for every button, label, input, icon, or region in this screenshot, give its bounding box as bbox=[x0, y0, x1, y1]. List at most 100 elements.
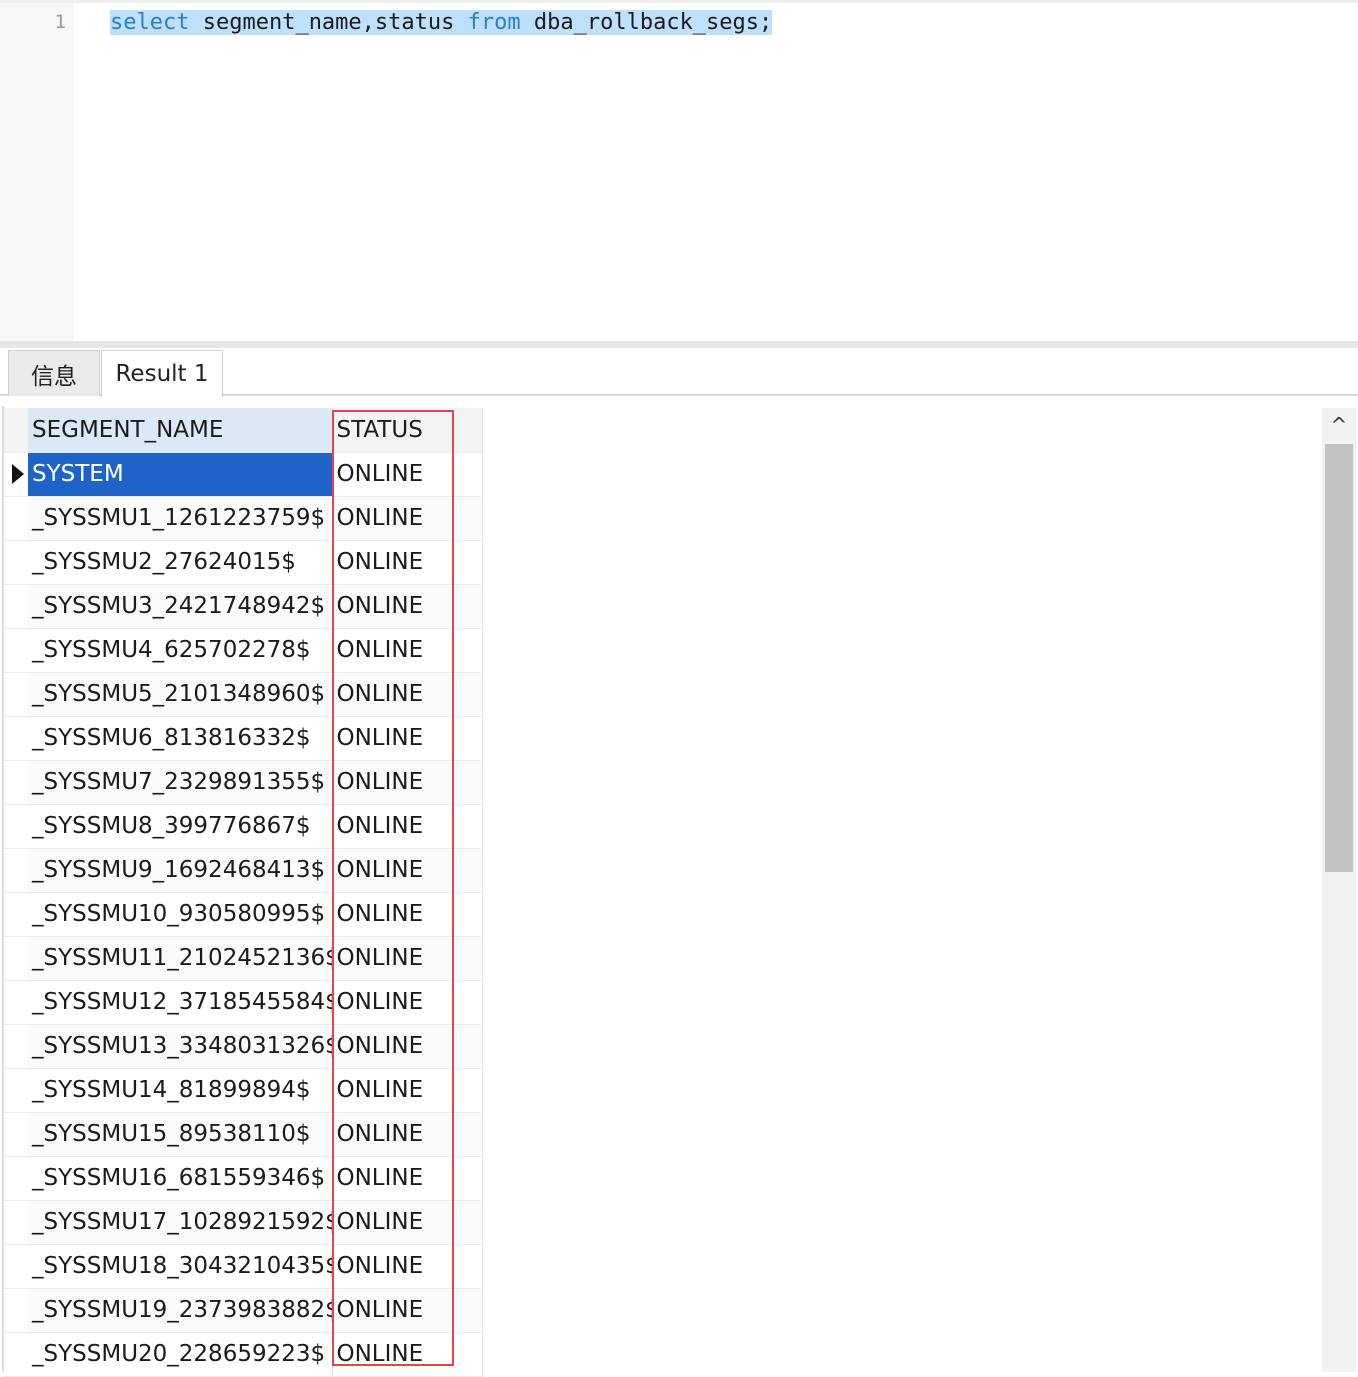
table-row[interactable]: _SYSSMU10_930580995$ ONLINE bbox=[4, 892, 483, 937]
table-row[interactable]: _SYSSMU8_399776867$ ONLINE bbox=[4, 804, 483, 849]
scrollbar-thumb[interactable] bbox=[1325, 444, 1353, 872]
result-tab-bar: 信息 Result 1 bbox=[0, 348, 1358, 398]
pane-splitter[interactable] bbox=[0, 341, 1358, 348]
chevron-up-icon[interactable]: ^ bbox=[1322, 408, 1356, 442]
cell-segment-name[interactable]: _SYSSMU14_81899894$ bbox=[28, 1068, 333, 1113]
cell-status[interactable]: ONLINE bbox=[332, 628, 483, 673]
table-row[interactable]: _SYSSMU5_2101348960$ ONLINE bbox=[4, 672, 483, 717]
cell-status[interactable]: ONLINE bbox=[332, 1068, 483, 1113]
vertical-scrollbar[interactable]: ^ bbox=[1322, 408, 1356, 1372]
row-indicator-header bbox=[4, 408, 28, 453]
cell-segment-name[interactable]: _SYSSMU5_2101348960$ bbox=[28, 672, 333, 717]
row-indicator[interactable] bbox=[4, 936, 28, 981]
cell-segment-name[interactable]: _SYSSMU12_3718545584$ bbox=[28, 980, 333, 1025]
table-row[interactable]: _SYSSMU9_1692468413$ ONLINE bbox=[4, 848, 483, 893]
cell-status[interactable]: ONLINE bbox=[332, 892, 483, 937]
cell-status[interactable]: ONLINE bbox=[332, 672, 483, 717]
cell-segment-name[interactable]: _SYSSMU15_89538110$ bbox=[28, 1112, 333, 1157]
table-row[interactable]: _SYSSMU11_2102452136$ ONLINE bbox=[4, 936, 483, 981]
table-row[interactable]: _SYSSMU13_3348031326$ ONLINE bbox=[4, 1024, 483, 1069]
cell-segment-name[interactable]: _SYSSMU9_1692468413$ bbox=[28, 848, 333, 893]
row-indicator[interactable] bbox=[4, 1156, 28, 1201]
cell-status[interactable]: ONLINE bbox=[332, 1332, 483, 1377]
table-row[interactable]: _SYSSMU6_813816332$ ONLINE bbox=[4, 716, 483, 761]
tab-result-1[interactable]: Result 1 bbox=[101, 350, 223, 398]
row-indicator[interactable] bbox=[4, 628, 28, 673]
row-indicator[interactable] bbox=[4, 496, 28, 541]
row-indicator[interactable] bbox=[4, 1244, 28, 1289]
table-row[interactable]: _SYSSMU12_3718545584$ ONLINE bbox=[4, 980, 483, 1025]
selected-text: select segment_name,status from dba_roll… bbox=[110, 10, 773, 35]
column-header-segment-name[interactable]: SEGMENT_NAME bbox=[28, 408, 333, 453]
cell-status[interactable]: ONLINE bbox=[332, 1244, 483, 1289]
tab-info[interactable]: 信息 bbox=[8, 350, 100, 396]
cell-segment-name[interactable]: _SYSSMU2_27624015$ bbox=[28, 540, 333, 585]
result-grid[interactable]: SEGMENT_NAME STATUS SYSTEM ONLINE _SYSSMU1… bbox=[0, 398, 1320, 1377]
row-indicator[interactable] bbox=[4, 672, 28, 717]
table-row[interactable]: SYSTEM ONLINE bbox=[4, 452, 483, 497]
cell-segment-name[interactable]: _SYSSMU1_1261223759$ bbox=[28, 496, 333, 541]
cell-status[interactable]: ONLINE bbox=[332, 980, 483, 1025]
sql-editor[interactable]: 1 select segment_name,status from dba_ro… bbox=[0, 0, 1358, 344]
table-row[interactable]: _SYSSMU7_2329891355$ ONLINE bbox=[4, 760, 483, 805]
cell-segment-name[interactable]: _SYSSMU6_813816332$ bbox=[28, 716, 333, 761]
table-row[interactable]: _SYSSMU15_89538110$ ONLINE bbox=[4, 1112, 483, 1157]
result-table: SEGMENT_NAME STATUS SYSTEM ONLINE _SYSSMU1… bbox=[4, 408, 483, 1377]
table-row[interactable]: _SYSSMU19_2373983882$ ONLINE bbox=[4, 1288, 483, 1333]
cell-segment-name[interactable]: _SYSSMU3_2421748942$ bbox=[28, 584, 333, 629]
cell-segment-name[interactable]: _SYSSMU18_3043210435$ bbox=[28, 1244, 333, 1289]
cell-status[interactable]: ONLINE bbox=[332, 1200, 483, 1245]
table-row[interactable]: _SYSSMU17_1028921592$ ONLINE bbox=[4, 1200, 483, 1245]
table-row[interactable]: _SYSSMU20_228659223$ ONLINE bbox=[4, 1332, 483, 1377]
row-indicator[interactable] bbox=[4, 980, 28, 1025]
row-indicator[interactable] bbox=[4, 1288, 28, 1333]
row-indicator[interactable] bbox=[4, 1024, 28, 1069]
cell-status[interactable]: ONLINE bbox=[332, 848, 483, 893]
row-indicator[interactable] bbox=[4, 1112, 28, 1157]
cell-status[interactable]: ONLINE bbox=[332, 1024, 483, 1069]
cell-status[interactable]: ONLINE bbox=[332, 496, 483, 541]
row-indicator[interactable] bbox=[4, 1332, 28, 1377]
cell-segment-name[interactable]: _SYSSMU16_681559346$ bbox=[28, 1156, 333, 1201]
row-indicator[interactable] bbox=[4, 452, 28, 497]
cell-status[interactable]: ONLINE bbox=[332, 1288, 483, 1333]
table-row[interactable]: _SYSSMU18_3043210435$ ONLINE bbox=[4, 1244, 483, 1289]
cell-status[interactable]: ONLINE bbox=[332, 452, 483, 497]
row-indicator[interactable] bbox=[4, 760, 28, 805]
cell-status[interactable]: ONLINE bbox=[332, 584, 483, 629]
row-indicator[interactable] bbox=[4, 716, 28, 761]
table-row[interactable]: _SYSSMU1_1261223759$ ONLINE bbox=[4, 496, 483, 541]
row-indicator[interactable] bbox=[4, 804, 28, 849]
cell-status[interactable]: ONLINE bbox=[332, 760, 483, 805]
header-row: SEGMENT_NAME STATUS bbox=[4, 408, 483, 453]
cell-segment-name[interactable]: _SYSSMU7_2329891355$ bbox=[28, 760, 333, 805]
cell-segment-name[interactable]: _SYSSMU8_399776867$ bbox=[28, 804, 333, 849]
cell-segment-name[interactable]: _SYSSMU13_3348031326$ bbox=[28, 1024, 333, 1069]
row-indicator[interactable] bbox=[4, 848, 28, 893]
row-indicator[interactable] bbox=[4, 892, 28, 937]
cell-segment-name[interactable]: _SYSSMU20_228659223$ bbox=[28, 1332, 333, 1377]
cell-status[interactable]: ONLINE bbox=[332, 1156, 483, 1201]
cell-status[interactable]: ONLINE bbox=[332, 1112, 483, 1157]
cell-status[interactable]: ONLINE bbox=[332, 804, 483, 849]
cell-status[interactable]: ONLINE bbox=[332, 716, 483, 761]
row-indicator[interactable] bbox=[4, 1200, 28, 1245]
sql-code-line[interactable]: select segment_name,status from dba_roll… bbox=[110, 7, 773, 39]
row-indicator[interactable] bbox=[4, 584, 28, 629]
cell-segment-name[interactable]: _SYSSMU10_930580995$ bbox=[28, 892, 333, 937]
cell-segment-name[interactable]: _SYSSMU19_2373983882$ bbox=[28, 1288, 333, 1333]
cell-status[interactable]: ONLINE bbox=[332, 540, 483, 585]
row-indicator[interactable] bbox=[4, 540, 28, 585]
cell-segment-name[interactable]: _SYSSMU17_1028921592$ bbox=[28, 1200, 333, 1245]
cell-segment-name[interactable]: _SYSSMU11_2102452136$ bbox=[28, 936, 333, 981]
cell-segment-name[interactable]: _SYSSMU4_625702278$ bbox=[28, 628, 333, 673]
column-header-status[interactable]: STATUS bbox=[332, 408, 483, 453]
table-row[interactable]: _SYSSMU3_2421748942$ ONLINE bbox=[4, 584, 483, 629]
table-row[interactable]: _SYSSMU4_625702278$ ONLINE bbox=[4, 628, 483, 673]
cell-status[interactable]: ONLINE bbox=[332, 936, 483, 981]
table-row[interactable]: _SYSSMU2_27624015$ ONLINE bbox=[4, 540, 483, 585]
row-indicator[interactable] bbox=[4, 1068, 28, 1113]
table-row[interactable]: _SYSSMU16_681559346$ ONLINE bbox=[4, 1156, 483, 1201]
cell-segment-name[interactable]: SYSTEM bbox=[28, 452, 333, 497]
table-row[interactable]: _SYSSMU14_81899894$ ONLINE bbox=[4, 1068, 483, 1113]
